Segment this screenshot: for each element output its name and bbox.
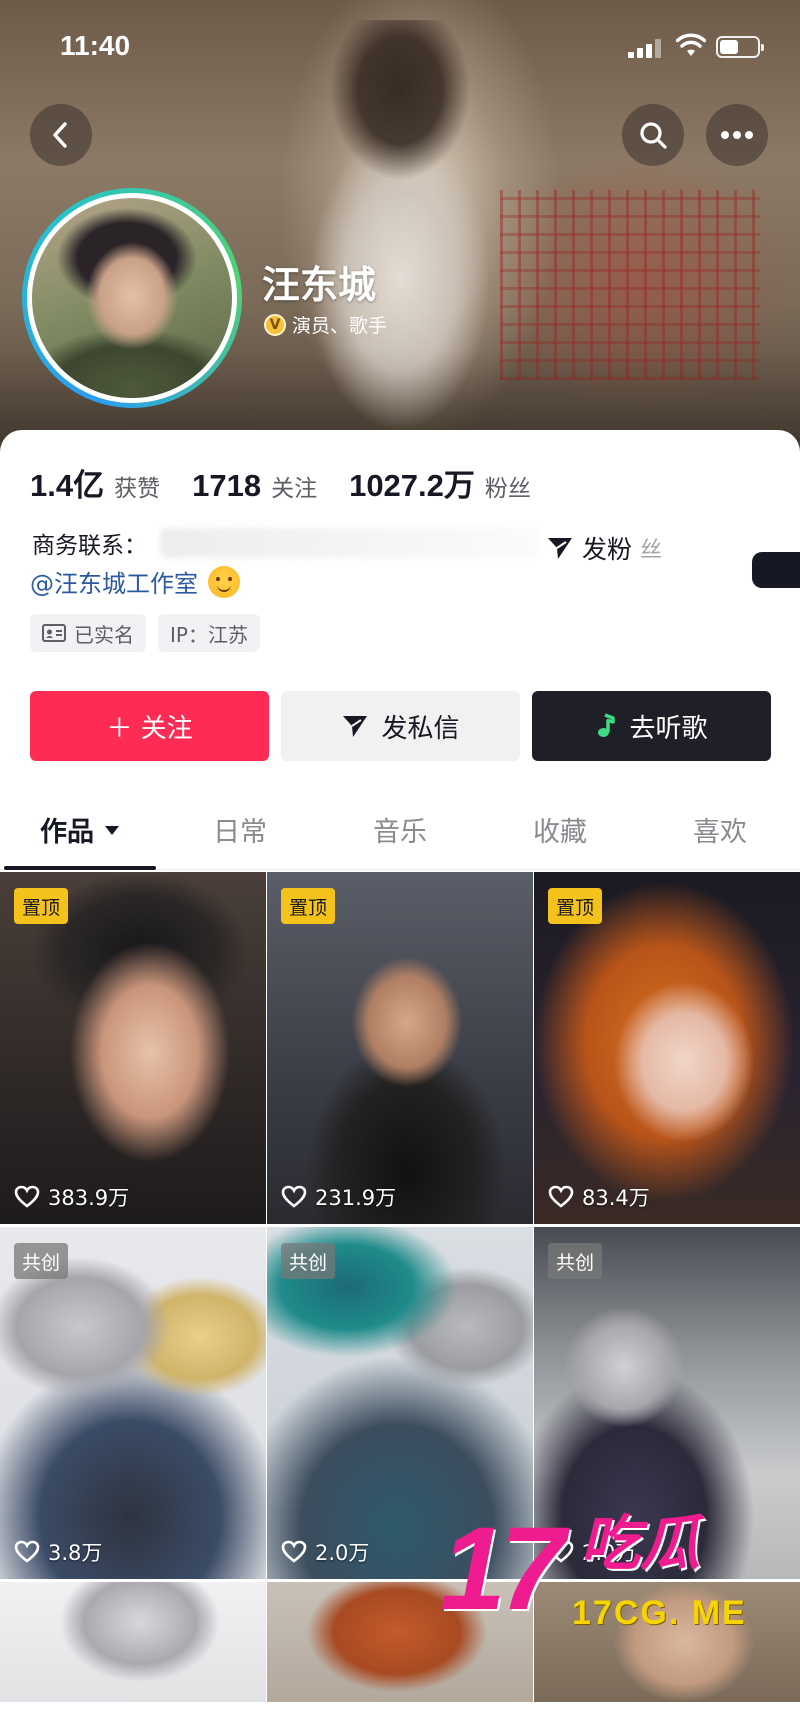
like-count: 3.8万 [14, 1537, 102, 1567]
studio-link[interactable]: @汪东城工作室 [30, 564, 240, 599]
message-label: 发私信 [381, 713, 460, 744]
id-card-icon [42, 624, 66, 642]
business-contact-redacted [160, 528, 540, 558]
stat-value: 1.4亿 [30, 468, 105, 503]
action-buttons: ＋ 关注 发私信 去听歌 [30, 691, 771, 761]
wifi-icon [676, 33, 706, 56]
video-tile[interactable]: 置顶 383.9万 [0, 872, 266, 1224]
heart-icon [548, 1185, 574, 1208]
like-count-value: 383.9万 [48, 1186, 130, 1210]
tab-label: 作品 [40, 817, 94, 848]
pinned-badge: 置顶 [14, 888, 69, 924]
tag-real-name: 已实名 [30, 614, 146, 652]
video-tile[interactable]: 置顶 83.4万 [534, 872, 800, 1224]
stat-value: 1027.2万 [349, 468, 475, 503]
verification-text: 演员、歌手 [292, 315, 388, 337]
music-label: 去听歌 [629, 713, 708, 744]
battery-icon [716, 36, 764, 58]
watermark-number: 17 [440, 1503, 565, 1635]
tab-label: 日常 [213, 817, 267, 848]
stat-label: 粉丝 [484, 476, 531, 502]
collab-badge: 共创 [548, 1243, 603, 1279]
tab-works[interactable]: 作品 [0, 790, 160, 870]
follow-button[interactable]: ＋ 关注 [30, 691, 269, 761]
tab-music[interactable]: 音乐 [320, 790, 480, 869]
tag-label: 已实名 [74, 622, 134, 647]
search-icon [640, 122, 667, 149]
studio-link-text: @汪东城工作室 [30, 570, 198, 598]
collab-badge: 共创 [281, 1243, 336, 1279]
like-count: 83.4万 [548, 1182, 650, 1212]
smile-emoji-icon [208, 565, 240, 598]
heart-icon [14, 1185, 40, 1208]
stat-followers[interactable]: 1027.2万 粉丝 [349, 460, 531, 505]
verification: V 演员、歌手 [264, 311, 387, 338]
status-time: 11:40 [60, 30, 131, 61]
content-tabs: 作品 日常 音乐 收藏 喜欢 [0, 790, 800, 870]
heart-icon [14, 1540, 40, 1563]
stat-likes[interactable]: 1.4亿 获赞 [30, 460, 160, 505]
tab-label: 收藏 [533, 817, 587, 848]
fan-group-label-tail: 丝 [640, 538, 663, 563]
video-tile[interactable]: 置顶 231.9万 [267, 872, 533, 1224]
avatar[interactable] [22, 188, 242, 408]
collab-badge: 共创 [14, 1243, 69, 1279]
watermark-logo: 17 吃瓜 17CG. ME [440, 1510, 780, 1640]
business-contact-label: 商务联系： [32, 533, 147, 559]
message-button[interactable]: 发私信 [281, 691, 520, 761]
pinned-badge: 置顶 [281, 888, 336, 924]
search-button[interactable] [622, 104, 684, 166]
verified-icon: V [264, 313, 286, 336]
pinned-badge: 置顶 [548, 888, 603, 924]
like-count-value: 3.8万 [48, 1541, 103, 1565]
stat-following[interactable]: 1718 关注 [192, 468, 317, 504]
heart-icon [281, 1540, 307, 1563]
listen-music-button[interactable]: 去听歌 [532, 691, 771, 761]
stat-label: 关注 [271, 476, 318, 502]
avatar-photo [32, 198, 232, 398]
send-icon [548, 538, 572, 559]
like-count-value: 231.9万 [315, 1186, 397, 1210]
send-icon [343, 716, 368, 737]
tab-likes[interactable]: 喜欢 [640, 790, 800, 869]
music-note-icon [598, 713, 616, 737]
chevron-left-icon [53, 122, 67, 148]
tab-label: 喜欢 [693, 817, 747, 848]
caret-down-icon [105, 825, 119, 835]
like-count-value: 2.0万 [315, 1541, 370, 1565]
watermark-word: 吃瓜 [580, 1509, 700, 1579]
stats-row: 1.4亿 获赞 1718 关注 1027.2万 粉丝 [30, 460, 563, 505]
more-icon [721, 131, 753, 139]
video-tile[interactable] [0, 1582, 266, 1702]
banner-fence [500, 190, 760, 380]
profile-tags: 已实名 IP：江苏 [30, 614, 260, 652]
stat-value: 1718 [192, 468, 262, 503]
fan-group-label: 发粉 [582, 535, 633, 564]
like-count: 2.0万 [281, 1537, 369, 1567]
heart-icon [281, 1185, 307, 1208]
like-count: 231.9万 [281, 1182, 396, 1212]
video-tile[interactable]: 共创 3.8万 [0, 1227, 266, 1579]
tag-ip: IP：江苏 [158, 614, 260, 652]
fan-group-button[interactable]: 发粉丝 [546, 530, 662, 566]
tab-favorites[interactable]: 收藏 [480, 790, 640, 869]
profile-name: 汪东城 [262, 263, 377, 307]
more-button[interactable] [706, 104, 768, 166]
status-bar: 11:40 [0, 0, 800, 90]
watermark-url: 17CG. ME [572, 1594, 747, 1632]
side-tab[interactable] [752, 552, 800, 588]
tag-label: IP：江苏 [170, 622, 248, 647]
tab-daily[interactable]: 日常 [160, 790, 320, 869]
like-count: 383.9万 [14, 1182, 129, 1212]
signal-icon [628, 38, 662, 58]
like-count-value: 83.4万 [582, 1186, 650, 1210]
back-button[interactable] [30, 104, 92, 166]
tab-label: 音乐 [373, 817, 427, 848]
stat-label: 获赞 [114, 476, 161, 502]
